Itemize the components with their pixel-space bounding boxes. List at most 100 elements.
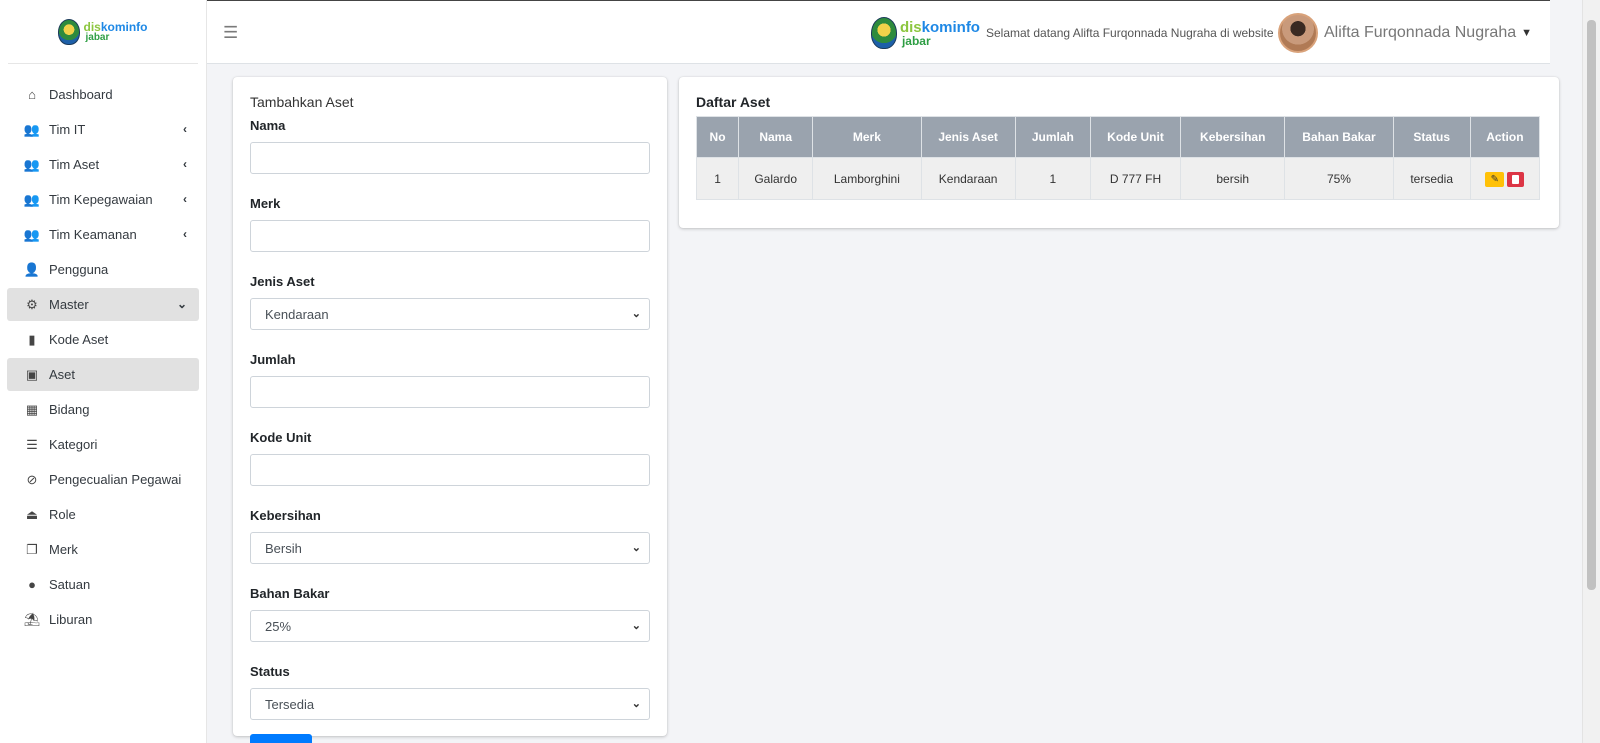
sidebar-item-kode-aset[interactable]: ▮ Kode Aset <box>7 323 199 356</box>
trash-icon[interactable] <box>1507 171 1525 187</box>
merk-label: Merk <box>250 196 281 211</box>
jumlah-input[interactable] <box>250 376 650 408</box>
asset-list-card: Daftar Aset No Nama Merk Jenis Aset Juml… <box>679 77 1559 228</box>
chevron-down-icon: ⌄ <box>631 542 641 554</box>
building-icon: ▦ <box>25 401 39 417</box>
sidebar-item-label: Pengecualian Pegawai <box>49 472 182 487</box>
sidebar-nav: ⌂ Dashboard 👥 Tim IT ‹ 👥 Tim Aset ‹ 👥 Tim Kepe… <box>0 64 206 636</box>
kebersihan-select[interactable]: Bersih ⌄ <box>250 532 650 564</box>
col-header: Kebersihan <box>1180 116 1286 158</box>
sidebar-item-label: Bidang <box>49 402 90 417</box>
sidebar-item-master[interactable]: ⚙ Master ⌄ <box>7 288 199 321</box>
chevron-down-icon: ⌄ <box>631 308 641 320</box>
sidebar-item-liburan[interactable]: ⛱ Liburan <box>7 603 199 636</box>
status-select[interactable]: Tersedia ⌄ <box>250 688 650 720</box>
sidebar-item-tim-kepegawaian[interactable]: 👥 Tim Kepegawaian ‹ <box>7 183 199 216</box>
status-value: Tersedia <box>265 696 315 712</box>
sidebar-item-merk[interactable]: ❐ Merk <box>7 533 199 566</box>
col-header: Jumlah <box>1014 116 1091 158</box>
page-scrollbar[interactable] <box>1582 0 1600 743</box>
sidebar-item-aset[interactable]: ▣ Aset <box>7 358 199 391</box>
merk-input[interactable] <box>250 220 650 252</box>
sidebar-item-tim-aset[interactable]: 👥 Tim Aset ‹ <box>7 148 199 181</box>
sidebar-item-label: Tim Keamanan <box>49 227 137 242</box>
diskominfo-logo: diskominfo jabar <box>58 18 148 45</box>
book-icon: ▮ <box>28 331 36 347</box>
table-cell: tersedia <box>1392 157 1471 200</box>
bahan-bakar-select[interactable]: 25% ⌄ <box>250 610 650 642</box>
portrait-icon: ▣ <box>25 366 39 382</box>
sidebar-item-label: Merk <box>49 542 78 557</box>
kode-unit-label: Kode Unit <box>250 430 312 445</box>
sidebar-item-label: Aset <box>49 367 76 382</box>
user-plus-icon: 👤 <box>23 261 41 277</box>
header-user-area: diskominfo jabar Selamat datang Alifta F… <box>870 13 1532 53</box>
jenis-aset-label: Jenis Aset <box>250 274 315 289</box>
sidebar-item-label: Tim Aset <box>49 157 100 172</box>
sidebar-item-role[interactable]: ⏏ Role <box>7 498 199 531</box>
sidebar-item-label: Tim IT <box>49 122 86 137</box>
sidebar-item-satuan[interactable]: ● Satuan <box>7 568 199 601</box>
table-cell: 1 <box>1014 157 1091 200</box>
chevron-left-icon: ‹ <box>183 192 187 206</box>
sidebar-item-tim-it[interactable]: 👥 Tim IT ‹ <box>7 113 199 146</box>
bahan-bakar-value: 25% <box>265 618 292 634</box>
sidebar-brand[interactable]: diskominfo jabar <box>8 0 198 64</box>
sidebar-item-label: Dashboard <box>49 87 113 102</box>
chevron-left-icon: ‹ <box>183 227 187 241</box>
chevron-down-icon: ⌄ <box>631 620 641 632</box>
umbrella-beach-icon: ⛱ <box>23 611 41 627</box>
submit-button[interactable]: Submit <box>250 734 312 743</box>
asset-table: No Nama Merk Jenis Aset Jumlah Kode Unit… <box>695 116 1541 200</box>
user-name[interactable]: Alifta Furqonnada Nugraha <box>1324 24 1516 42</box>
chevron-left-icon: ‹ <box>183 157 187 171</box>
kode-unit-input[interactable] <box>250 454 650 486</box>
table-cell: Galardo <box>738 157 814 200</box>
users-icon: 👥 <box>23 156 41 172</box>
table-cell: 75% <box>1284 157 1394 200</box>
jabar-seal-icon <box>870 17 897 49</box>
form-title: Tambahkan Aset <box>250 94 354 110</box>
home-icon: ⌂ <box>28 87 36 102</box>
table-cell: bersih <box>1180 157 1286 200</box>
table-cell: Lamborghini <box>812 157 922 200</box>
caret-down-icon[interactable]: ▼ <box>1521 27 1532 39</box>
top-header: ☰ diskominfo jabar Selamat datang Alifta… <box>207 0 1550 64</box>
table-title: Daftar Aset <box>696 94 771 110</box>
add-asset-card: Tambahkan Aset Nama Merk Jenis Aset Kend… <box>233 77 667 743</box>
copy-icon: ❐ <box>26 541 38 557</box>
ban-icon: ⊘ <box>26 471 38 487</box>
hamburger-menu-icon[interactable]: ☰ <box>223 23 238 43</box>
scrollbar-thumb[interactable] <box>1587 20 1596 590</box>
cookie-icon: ● <box>28 577 36 592</box>
col-header: Kode Unit <box>1089 116 1182 158</box>
sidebar-item-tim-keamanan[interactable]: 👥 Tim Keamanan ‹ <box>7 218 199 251</box>
users-icon: 👥 <box>23 121 41 137</box>
sidebar-item-dashboard[interactable]: ⌂ Dashboard <box>7 78 199 111</box>
table-cell: 1 <box>695 157 740 200</box>
chevron-down-icon: ⌄ <box>176 297 187 311</box>
sidebar-item-bidang[interactable]: ▦ Bidang <box>7 393 199 426</box>
sidebar-item-label: Kategori <box>49 437 98 452</box>
table-cell: Kendaraan <box>920 157 1016 200</box>
table-header-row: No Nama Merk Jenis Aset Jumlah Kode Unit… <box>695 116 1541 158</box>
edit-icon[interactable]: ✎ <box>1485 171 1505 187</box>
sidebar-item-label: Liburan <box>49 612 93 627</box>
avatar[interactable] <box>1277 13 1318 53</box>
sidebar-item-label: Master <box>49 297 89 312</box>
hat-icon: ⏏ <box>25 506 39 522</box>
users-icon: 👥 <box>23 226 41 242</box>
sidebar-item-kategori[interactable]: ☰ Kategori <box>7 428 199 461</box>
jenis-aset-select[interactable]: Kendaraan ⌄ <box>250 298 650 330</box>
sidebar-item-pengguna[interactable]: 👤 Pengguna <box>7 253 199 286</box>
users-icon: 👥 <box>23 191 41 207</box>
logo-kominfo: kominfo <box>921 18 980 36</box>
status-label: Status <box>250 664 290 679</box>
header-diskominfo-logo: diskominfo jabar <box>870 17 980 49</box>
sidebar-item-pengecualian-pegawai[interactable]: ⊘ Pengecualian Pegawai <box>7 463 199 496</box>
table-cell: D 777 FH <box>1089 157 1182 200</box>
nama-input[interactable] <box>250 142 650 174</box>
col-header: Status <box>1392 116 1471 158</box>
logo-dis: dis <box>899 18 922 36</box>
sidebar-item-label: Tim Kepegawaian <box>49 192 153 207</box>
